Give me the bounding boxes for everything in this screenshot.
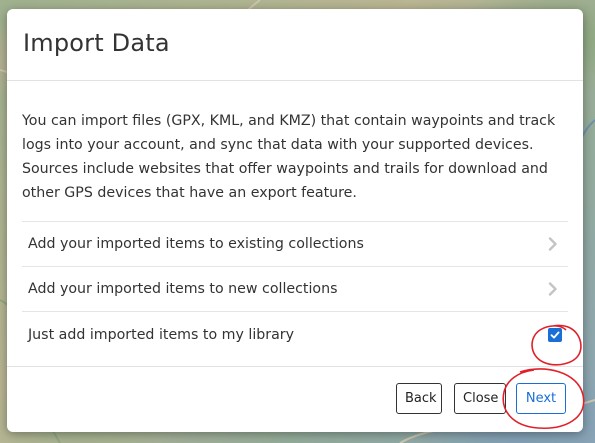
dialog-body: You can import files (GPX, KML, and KMZ)… — [7, 81, 583, 357]
option-new-collections[interactable]: Add your imported items to new collectio… — [22, 267, 568, 312]
option-label: Just add imported items to my library — [28, 326, 295, 343]
dialog-title: Import Data — [23, 29, 170, 57]
next-button[interactable]: Next — [516, 383, 566, 414]
back-button[interactable]: Back — [396, 383, 442, 414]
dialog-header: Import Data — [7, 9, 583, 81]
import-options-list: Add your imported items to existing coll… — [22, 221, 568, 357]
import-data-dialog: Import Data You can import files (GPX, K… — [7, 9, 583, 432]
close-button[interactable]: Close — [454, 383, 506, 414]
option-existing-collections[interactable]: Add your imported items to existing coll… — [22, 222, 568, 267]
option-label: Add your imported items to new collectio… — [28, 281, 338, 297]
chevron-right-icon — [546, 281, 560, 297]
option-label: Add your imported items to existing coll… — [28, 236, 364, 252]
chevron-right-icon — [546, 236, 560, 252]
library-only-checkbox[interactable] — [548, 327, 562, 342]
option-library-only[interactable]: Just add imported items to my library — [22, 312, 568, 357]
intro-text: You can import files (GPX, KML, and KMZ)… — [22, 113, 556, 201]
dialog-footer: Back Close Next — [7, 366, 583, 432]
